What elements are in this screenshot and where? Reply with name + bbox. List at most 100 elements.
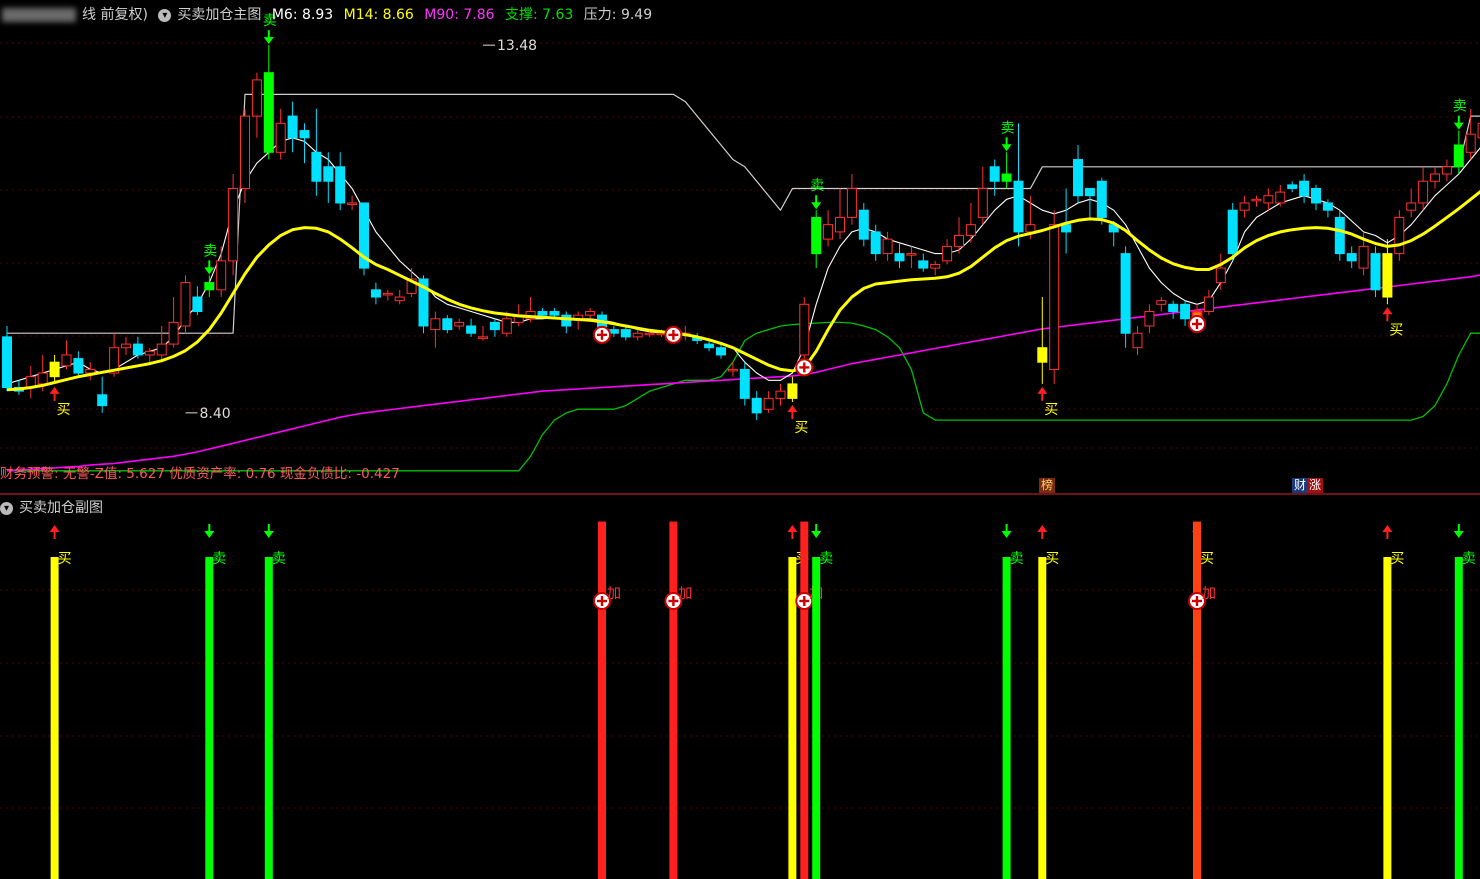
chevron-down-icon[interactable]: ▾ — [0, 501, 13, 515]
candle-body — [1180, 303, 1191, 320]
down-arrow-icon — [204, 524, 215, 538]
candle — [1346, 246, 1357, 269]
candle-body — [1263, 195, 1274, 204]
candle — [894, 242, 905, 269]
candle-body — [2, 336, 12, 389]
candle — [965, 202, 976, 243]
down-arrow-icon — [1001, 524, 1012, 538]
candle — [466, 318, 477, 337]
candle — [835, 188, 845, 240]
arrow-head — [787, 405, 798, 412]
arrow-head — [1037, 525, 1048, 532]
candle-body — [835, 216, 845, 233]
candle — [954, 217, 964, 254]
candle-body — [466, 325, 477, 334]
m90-line — [6, 274, 1480, 472]
m6-line — [6, 137, 1480, 385]
candle — [156, 326, 167, 363]
arrow-head — [1382, 307, 1393, 315]
candle — [49, 354, 60, 384]
sell-signal-label: 卖 — [1001, 120, 1015, 136]
candle-body — [311, 151, 322, 182]
candle — [370, 282, 381, 305]
candle-body — [335, 166, 346, 204]
m14-value: M14: 8.66 — [343, 7, 414, 23]
signal-bar — [205, 557, 214, 879]
arrow-head — [49, 386, 60, 394]
candle — [454, 318, 465, 330]
candle-body — [1144, 311, 1155, 327]
candle-body — [442, 318, 453, 331]
candle — [1096, 177, 1107, 225]
candle-body — [1037, 347, 1048, 363]
candle — [216, 246, 227, 298]
candle — [763, 391, 774, 413]
candle-body — [894, 253, 905, 262]
main-chart[interactable]: 13.488.40买卖卖买卖卖买买卖 — [2, 13, 1480, 472]
candle-body — [1227, 209, 1238, 255]
candle — [1120, 246, 1131, 348]
candle-body — [846, 187, 857, 218]
candle — [240, 108, 250, 203]
candle — [525, 297, 536, 323]
candle — [61, 340, 72, 370]
down-arrow-icon — [204, 260, 215, 275]
candle-body — [394, 296, 405, 302]
candle-body — [549, 311, 560, 316]
candle — [275, 108, 286, 160]
candle-body — [1394, 216, 1405, 255]
candle-body — [216, 260, 227, 291]
candle-body — [263, 72, 274, 153]
candle-body — [1275, 191, 1286, 204]
candle-body — [965, 224, 976, 237]
candle — [347, 195, 358, 211]
candle-body — [823, 224, 834, 240]
candle — [727, 362, 738, 377]
candle-body — [977, 187, 988, 218]
sub-indicator-name[interactable]: 买卖加仓副图 — [19, 500, 103, 516]
candle-body — [37, 372, 48, 385]
signal-bar — [788, 557, 797, 879]
up-arrow-icon — [1382, 307, 1393, 322]
up-arrow-icon — [49, 525, 60, 539]
finance-warning: 财务预警: 无警-Z值: 5.627 优质资产率: 0.76 现金负债比: -0… — [0, 466, 400, 482]
signal-bar — [800, 521, 809, 879]
candle — [1144, 304, 1155, 334]
candle-body — [275, 122, 286, 153]
chevron-down-icon[interactable]: ▾ — [158, 8, 172, 22]
candle-body — [73, 358, 84, 374]
indicator-name[interactable]: 买卖加仓主图 — [177, 7, 261, 23]
candle-body — [1132, 332, 1143, 349]
candle-body — [1061, 224, 1072, 233]
down-arrow-icon — [263, 524, 274, 538]
candle — [1263, 188, 1274, 211]
buy-bar-label: 买 — [58, 551, 72, 567]
candle-body — [1073, 159, 1083, 197]
candle — [918, 253, 929, 272]
candle-body — [370, 289, 381, 298]
low-price-label: 8.40 — [200, 406, 231, 422]
candle-body — [251, 79, 262, 117]
candle — [382, 289, 393, 301]
candle-body — [1358, 245, 1369, 269]
up-arrow-icon — [787, 405, 798, 419]
candle-body — [858, 209, 869, 240]
candle-body — [430, 318, 441, 331]
arrow-head — [1037, 386, 1048, 394]
arrow-head — [1453, 122, 1464, 130]
candle — [823, 210, 834, 247]
candle-body — [228, 187, 239, 262]
bang-tag[interactable]: 榜 — [1039, 478, 1056, 493]
sub-chart[interactable]: 买卖卖加加买加卖卖买买加买卖 — [49, 521, 1476, 879]
candle-body — [739, 368, 750, 399]
candle — [121, 336, 131, 355]
zhang-tag[interactable]: 涨 — [1307, 478, 1324, 493]
candle — [858, 202, 869, 247]
cai-tag[interactable]: 财 — [1292, 478, 1309, 493]
candle-body — [799, 303, 810, 356]
candle — [489, 318, 500, 337]
sell-bar-label: 卖 — [819, 551, 833, 567]
candle-body — [608, 329, 619, 334]
candle-body — [97, 394, 108, 407]
candle-body — [382, 292, 393, 296]
